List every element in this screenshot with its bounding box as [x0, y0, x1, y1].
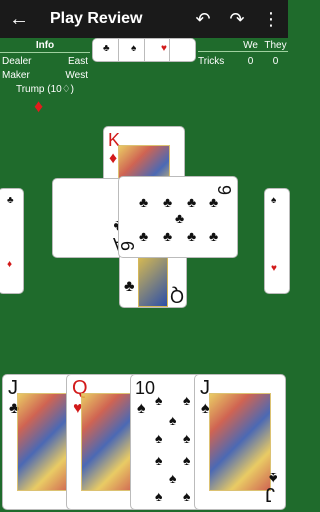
clubs-pip-icon: ♣ — [163, 194, 173, 210]
west-card-clubs-icon: ♣ — [7, 195, 14, 206]
spades-pip-icon: ♠ — [183, 430, 191, 446]
info-panel: Info Dealer East Maker West Trump (10♢) … — [0, 40, 90, 115]
card-rank: Q — [170, 286, 185, 306]
maker-value: West — [65, 70, 88, 81]
north-card-hearts-icon: ♥ — [161, 43, 167, 54]
spades-pip-icon: ♠ — [155, 392, 163, 408]
card-rank-bottom: 9 — [118, 240, 139, 252]
info-header: Info — [0, 40, 90, 53]
trump-label: Trump (10♢) — [15, 84, 75, 95]
redo-icon[interactable]: ↷ — [220, 0, 254, 38]
played-card-nine-clubs: 9 9 ♣ ♣ ♣ ♣ ♣ ♣ ♣ ♣ ♣ — [118, 176, 238, 258]
east-hand-cards: ♠ ♥ — [264, 188, 290, 294]
clubs-pip-icon: ♣ — [187, 194, 197, 210]
hand-card-jack-spades[interactable]: J ♠ J ♠ — [194, 374, 286, 510]
more-menu-icon[interactable]: ⋮ — [254, 0, 288, 38]
back-arrow-icon[interactable]: ← — [0, 0, 38, 38]
north-card-spades-icon: ♠ — [131, 43, 137, 54]
north-hand-cards: ♣ ♠ ♥ — [92, 38, 196, 62]
trump-diamond-icon: ♦ — [34, 96, 44, 116]
dealer-label: Dealer — [2, 56, 32, 67]
diamond-suit-icon: ♦ — [109, 150, 118, 167]
east-card-hearts-icon: ♥ — [271, 263, 277, 274]
spades-pip-icon: ♠ — [183, 488, 191, 504]
dealer-row: Dealer East — [0, 55, 90, 69]
jack-face-art — [209, 393, 271, 491]
clubs-pip-icon: ♣ — [209, 194, 219, 210]
clubs-suit-icon: ♣ — [124, 278, 135, 295]
tricks-label: Tricks — [198, 56, 225, 67]
west-hand-cards: ♣ ♦ — [0, 188, 24, 294]
page-title: Play Review — [50, 10, 143, 27]
clubs-pip-icon: ♣ — [139, 194, 149, 210]
jack-face-art — [17, 393, 71, 491]
spades-pip-icon: ♠ — [169, 412, 177, 428]
queen-face-art — [81, 393, 135, 491]
tricks-we-value: 0 — [247, 56, 254, 67]
clubs-pip-icon: ♣ — [209, 228, 219, 244]
east-card-spades-icon: ♠ — [271, 195, 277, 206]
spades-suit-icon-bottom: ♠ — [269, 469, 278, 486]
maker-row: Maker West — [0, 69, 90, 83]
maker-label: Maker — [2, 70, 30, 81]
we-label: We — [243, 40, 258, 51]
card-rank-bottom: J — [265, 483, 275, 505]
spades-pip-icon: ♠ — [183, 452, 191, 468]
tricks-they-value: 0 — [272, 56, 279, 67]
undo-icon[interactable]: ↶ — [186, 0, 220, 38]
clubs-pip-icon: ♣ — [163, 228, 173, 244]
spades-pip-icon: ♠ — [155, 488, 163, 504]
card-rank: 10 — [135, 378, 156, 398]
score-panel: We They Tricks 0 0 — [198, 40, 288, 69]
spades-suit-icon: ♠ — [137, 400, 146, 417]
clubs-pip-icon: ♣ — [175, 210, 185, 226]
clubs-pip-icon: ♣ — [187, 228, 197, 244]
clubs-pip-icon: ♣ — [139, 228, 149, 244]
spades-pip-icon: ♠ — [155, 430, 163, 446]
west-card-diamonds-icon: ♦ — [7, 259, 13, 270]
top-app-bar: ← Play Review ↶ ↷ ⋮ — [0, 0, 288, 38]
score-header: We They — [198, 40, 288, 52]
tricks-row: Tricks 0 0 — [198, 55, 288, 69]
spades-pip-icon: ♠ — [183, 392, 191, 408]
dealer-value: East — [67, 56, 88, 67]
north-card-clubs-icon: ♣ — [103, 43, 110, 54]
they-label: They — [264, 40, 287, 51]
spades-pip-icon: ♠ — [169, 470, 177, 486]
spades-pip-icon: ♠ — [155, 452, 163, 468]
